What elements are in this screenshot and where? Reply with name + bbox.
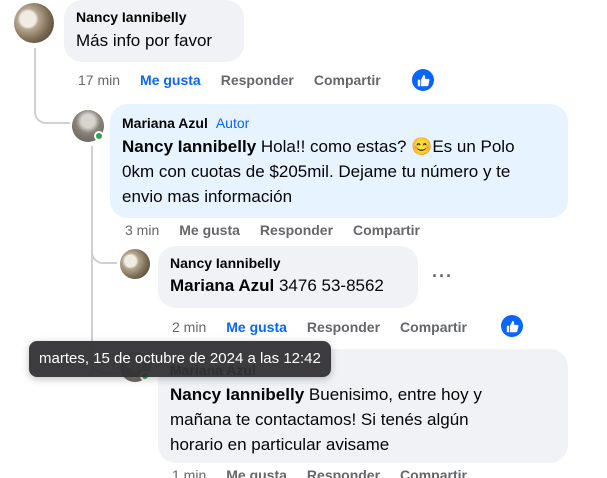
share-button[interactable]: Compartir: [400, 319, 467, 335]
like-button[interactable]: Me gusta: [179, 222, 240, 238]
comment-bubble: Mariana Azul Autor Nancy Iannibelly Hola!…: [110, 104, 568, 218]
reply-button[interactable]: Responder: [260, 222, 333, 238]
comment-timestamp[interactable]: 3 min: [125, 222, 159, 238]
comment-actions: 3 min Me gusta Responder Compartir: [125, 222, 440, 238]
share-button[interactable]: Compartir: [400, 467, 467, 478]
comment-text: Nancy Iannibelly Buenisimo, entre hoy y …: [170, 385, 482, 454]
online-status-indicator: [94, 131, 104, 141]
comment-timestamp[interactable]: 17 min: [78, 72, 120, 88]
comment-timestamp[interactable]: 1 min: [172, 467, 206, 478]
comment-timestamp[interactable]: 2 min: [172, 319, 206, 335]
more-options-icon[interactable]: ···: [432, 266, 453, 287]
mention-link[interactable]: Mariana Azul: [170, 276, 274, 295]
comment-text: Nancy Iannibelly Hola!! como estas? 😊Es …: [122, 137, 515, 206]
reply-button[interactable]: Responder: [307, 467, 380, 478]
share-button[interactable]: Compartir: [314, 72, 381, 88]
avatar[interactable]: [120, 249, 150, 279]
thread-elbow-reply-2: [91, 240, 117, 264]
comment-actions: 17 min Me gusta Responder Compartir: [78, 72, 401, 88]
comment-author[interactable]: Nancy Iannibelly: [76, 8, 232, 26]
mention-link[interactable]: Nancy Iannibelly: [122, 137, 256, 156]
comment-author[interactable]: Mariana Azul: [122, 115, 208, 131]
comment-bubble: Nancy Iannibelly Mariana Azul 3476 53-85…: [158, 246, 418, 308]
like-button[interactable]: Me gusta: [140, 72, 201, 88]
timestamp-tooltip: martes, 15 de octubre de 2024 a las 12:4…: [29, 341, 331, 377]
comment-bubble: Nancy Iannibelly Más info por favor: [64, 0, 244, 62]
reply-button[interactable]: Responder: [221, 72, 294, 88]
avatar[interactable]: [14, 3, 54, 43]
like-reaction-badge[interactable]: [412, 69, 434, 91]
like-reaction-badge[interactable]: [501, 315, 523, 337]
comment-text: Más info por favor: [76, 31, 213, 50]
thumbs-up-icon: [417, 74, 429, 86]
mention-link[interactable]: Nancy Iannibelly: [170, 385, 304, 404]
thumbs-up-icon: [506, 320, 518, 332]
comment-author[interactable]: Nancy Iannibelly: [170, 254, 406, 272]
comment-text: Mariana Azul 3476 53-8562: [170, 276, 384, 295]
thread-elbow-reply-1: [34, 96, 70, 124]
author-badge: Autor: [215, 115, 250, 131]
smiling-face-emoji: 😊: [411, 137, 433, 156]
share-button[interactable]: Compartir: [353, 222, 420, 238]
like-button[interactable]: Me gusta: [226, 319, 287, 335]
comment-actions: 1 min Me gusta Responder Compartir: [172, 467, 487, 478]
comment-actions: 2 min Me gusta Responder Compartir: [172, 319, 487, 335]
reply-button[interactable]: Responder: [307, 319, 380, 335]
like-button[interactable]: Me gusta: [226, 467, 287, 478]
